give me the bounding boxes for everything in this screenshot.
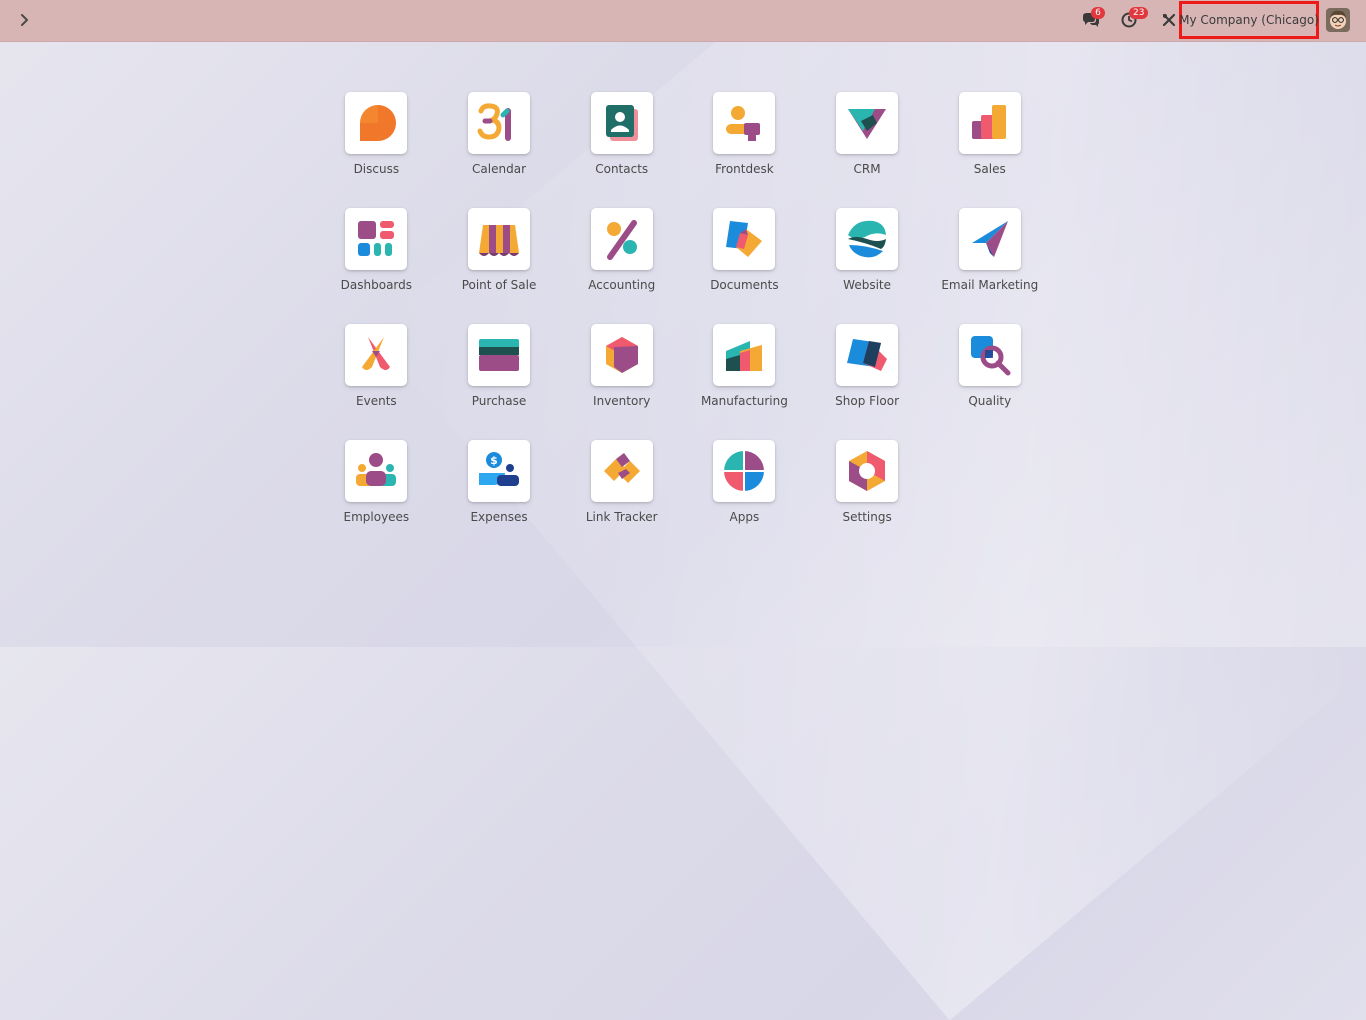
- app-dashboards[interactable]: Dashboards: [315, 208, 438, 294]
- app-manufacturing[interactable]: Manufacturing: [683, 324, 806, 410]
- app-label: Inventory: [593, 394, 651, 408]
- app-documents[interactable]: Documents: [683, 208, 806, 294]
- app-label: Documents: [710, 278, 779, 292]
- app-inventory[interactable]: Inventory: [560, 324, 683, 410]
- discuss-icon: [360, 105, 397, 141]
- employees-icon: [356, 453, 397, 486]
- apps-icon: [724, 451, 765, 491]
- crm-icon: [848, 109, 887, 139]
- website-icon: [848, 220, 887, 258]
- email-marketing-icon: [971, 221, 1008, 257]
- app-label: Events: [356, 394, 397, 408]
- app-quality[interactable]: Quality: [928, 324, 1051, 410]
- app-label: Purchase: [471, 394, 527, 408]
- app-label: Sales: [973, 162, 1006, 176]
- app-label: Point of Sale: [461, 278, 537, 292]
- frontdesk-icon: [726, 106, 761, 141]
- activities-badge: 23: [1129, 7, 1149, 19]
- activities-button[interactable]: 23: [1117, 7, 1149, 32]
- app-crm[interactable]: CRM: [806, 92, 929, 178]
- app-apps[interactable]: Apps: [683, 440, 806, 526]
- app-purchase[interactable]: Purchase: [438, 324, 561, 410]
- app-discuss[interactable]: Discuss: [315, 92, 438, 178]
- events-icon: [362, 337, 391, 370]
- app-label: Shop Floor: [835, 394, 900, 408]
- app-link-tracker[interactable]: Link Tracker: [560, 440, 683, 526]
- app-email-marketing[interactable]: Email Marketing: [928, 208, 1051, 294]
- app-label: Website: [843, 278, 892, 292]
- expenses-icon: $: [479, 452, 520, 486]
- app-label: Email Marketing: [941, 278, 1039, 292]
- app-label: Settings: [842, 510, 892, 524]
- contacts-icon: [605, 105, 638, 141]
- messages-badge: 6: [1091, 7, 1105, 19]
- company-switcher[interactable]: My Company (Chicago): [1179, 1, 1319, 39]
- app-label: Dashboards: [340, 278, 413, 292]
- app-label: Link Tracker: [585, 510, 658, 524]
- documents-icon: [726, 221, 763, 257]
- quality-icon: [970, 336, 1011, 376]
- calendar-icon: [477, 103, 512, 141]
- chevron-right-icon[interactable]: [12, 8, 38, 32]
- app-label: Employees: [343, 510, 410, 524]
- app-expenses[interactable]: $ Expenses: [438, 440, 561, 526]
- app-label: Contacts: [595, 162, 649, 176]
- app-label: Calendar: [472, 162, 527, 176]
- shop-floor-icon: [847, 339, 888, 371]
- app-grid: Discuss Calendar Contacts Frontdesk CRM …: [315, 92, 1051, 526]
- user-avatar[interactable]: [1326, 8, 1350, 32]
- link-tracker-icon: [603, 453, 640, 483]
- app-point-of-sale[interactable]: Point of Sale: [438, 208, 561, 294]
- purchase-icon: [479, 339, 520, 371]
- app-label: Quality: [968, 394, 1012, 408]
- app-accounting[interactable]: Accounting: [560, 208, 683, 294]
- app-employees[interactable]: Employees: [315, 440, 438, 526]
- accounting-icon: [606, 220, 637, 260]
- dashboards-icon: [358, 221, 395, 256]
- app-label: Apps: [729, 510, 760, 524]
- tools-icon: [1162, 13, 1176, 27]
- app-events[interactable]: Events: [315, 324, 438, 410]
- app-calendar[interactable]: Calendar: [438, 92, 561, 178]
- app-label: Discuss: [353, 162, 400, 176]
- app-label: Expenses: [470, 510, 528, 524]
- app-website[interactable]: Website: [806, 208, 929, 294]
- app-label: Accounting: [588, 278, 656, 292]
- point-of-sale-icon: [479, 225, 520, 256]
- manufacturing-icon: [726, 341, 763, 371]
- app-settings[interactable]: Settings: [806, 440, 929, 526]
- app-label: CRM: [853, 162, 881, 176]
- settings-icon: [849, 451, 886, 491]
- sales-icon: [971, 105, 1006, 139]
- app-shop-floor[interactable]: Shop Floor: [806, 324, 929, 410]
- app-frontdesk[interactable]: Frontdesk: [683, 92, 806, 178]
- debug-tools-button[interactable]: [1159, 8, 1179, 32]
- top-navbar: 6 23 My Company (Chicago): [0, 0, 1366, 42]
- messages-button[interactable]: 6: [1079, 7, 1105, 32]
- app-contacts[interactable]: Contacts: [560, 92, 683, 178]
- inventory-icon: [605, 337, 638, 373]
- app-sales[interactable]: Sales: [928, 92, 1051, 178]
- app-label: Manufacturing: [700, 394, 788, 408]
- app-label: Frontdesk: [715, 162, 774, 176]
- svg-text:$: $: [490, 454, 498, 467]
